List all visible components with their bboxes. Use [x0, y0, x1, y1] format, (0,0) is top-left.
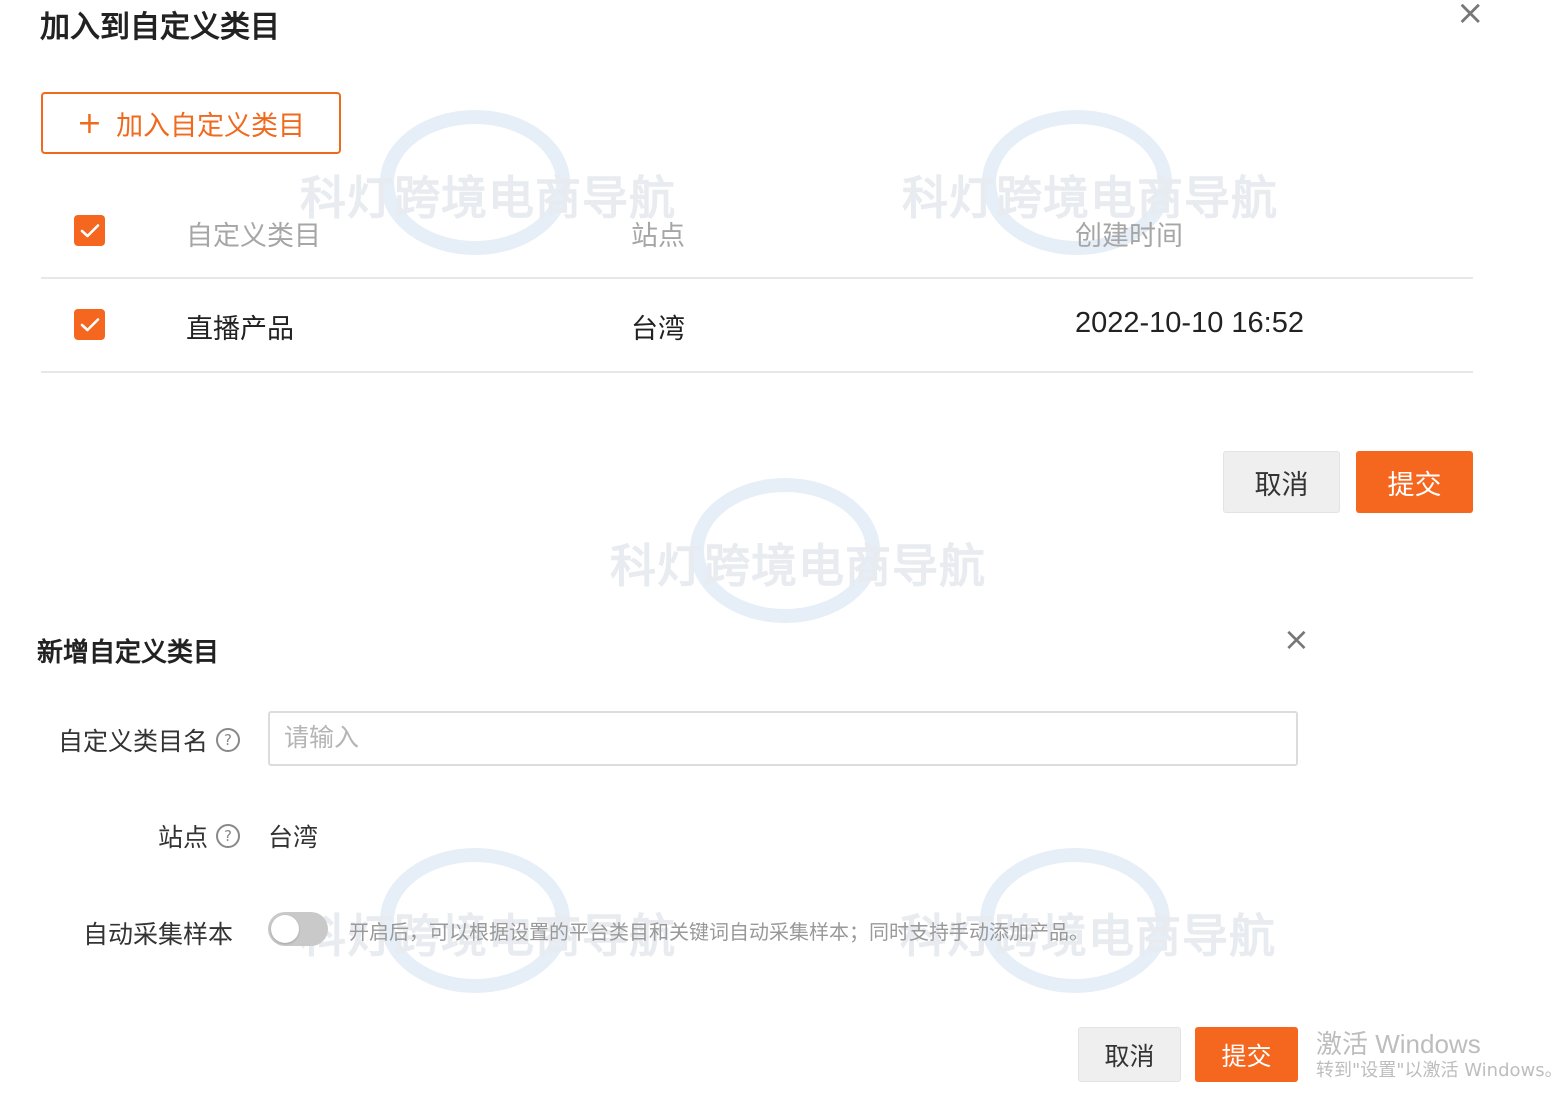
category-name-label: 自定义类目名 ?	[40, 722, 240, 758]
table-cell-site: 台湾	[631, 314, 685, 345]
select-all-checkbox[interactable]	[74, 215, 105, 246]
auto-collect-label: 自动采集样本	[82, 920, 233, 949]
dialog-title: 加入到自定义类目	[40, 10, 280, 45]
row-checkbox[interactable]	[74, 309, 105, 340]
cancel-button[interactable]: 取消	[1078, 1027, 1181, 1082]
check-icon	[80, 223, 99, 237]
close-icon[interactable]: ×	[1456, 0, 1485, 30]
submit-button[interactable]: 提交	[1195, 1027, 1298, 1082]
site-label: 站点 ?	[40, 818, 240, 854]
site-value: 台湾	[268, 823, 319, 852]
auto-collect-toggle[interactable]	[268, 912, 328, 946]
category-name-input[interactable]	[268, 711, 1298, 766]
add-custom-category-button[interactable]: + 加入自定义类目	[41, 92, 341, 154]
dialog-title: 新增自定义类目	[37, 638, 220, 668]
table-cell-category: 直播产品	[186, 314, 294, 345]
close-icon[interactable]: ×	[1283, 623, 1310, 655]
add-custom-category-label: 加入自定义类目	[116, 110, 306, 142]
submit-button[interactable]: 提交	[1356, 451, 1473, 513]
divider	[41, 371, 1473, 373]
toggle-knob	[271, 915, 299, 943]
column-header-category: 自定义类目	[186, 221, 321, 252]
column-header-created: 创建时间	[1075, 221, 1183, 252]
table-cell-created: 2022-10-10 16:52	[1075, 307, 1304, 339]
column-header-site: 站点	[631, 221, 685, 252]
auto-collect-hint: 开启后，可以根据设置的平台类目和关键词自动采集样本；同时支持手动添加产品。	[349, 920, 1089, 944]
check-icon	[80, 317, 99, 331]
divider	[41, 277, 1473, 279]
cancel-button[interactable]: 取消	[1223, 451, 1340, 513]
plus-icon: +	[76, 105, 103, 141]
help-icon[interactable]: ?	[216, 728, 240, 752]
windows-activation-hint: 转到"设置"以激活 Windows。	[1316, 1060, 1551, 1081]
help-icon[interactable]: ?	[216, 824, 240, 848]
